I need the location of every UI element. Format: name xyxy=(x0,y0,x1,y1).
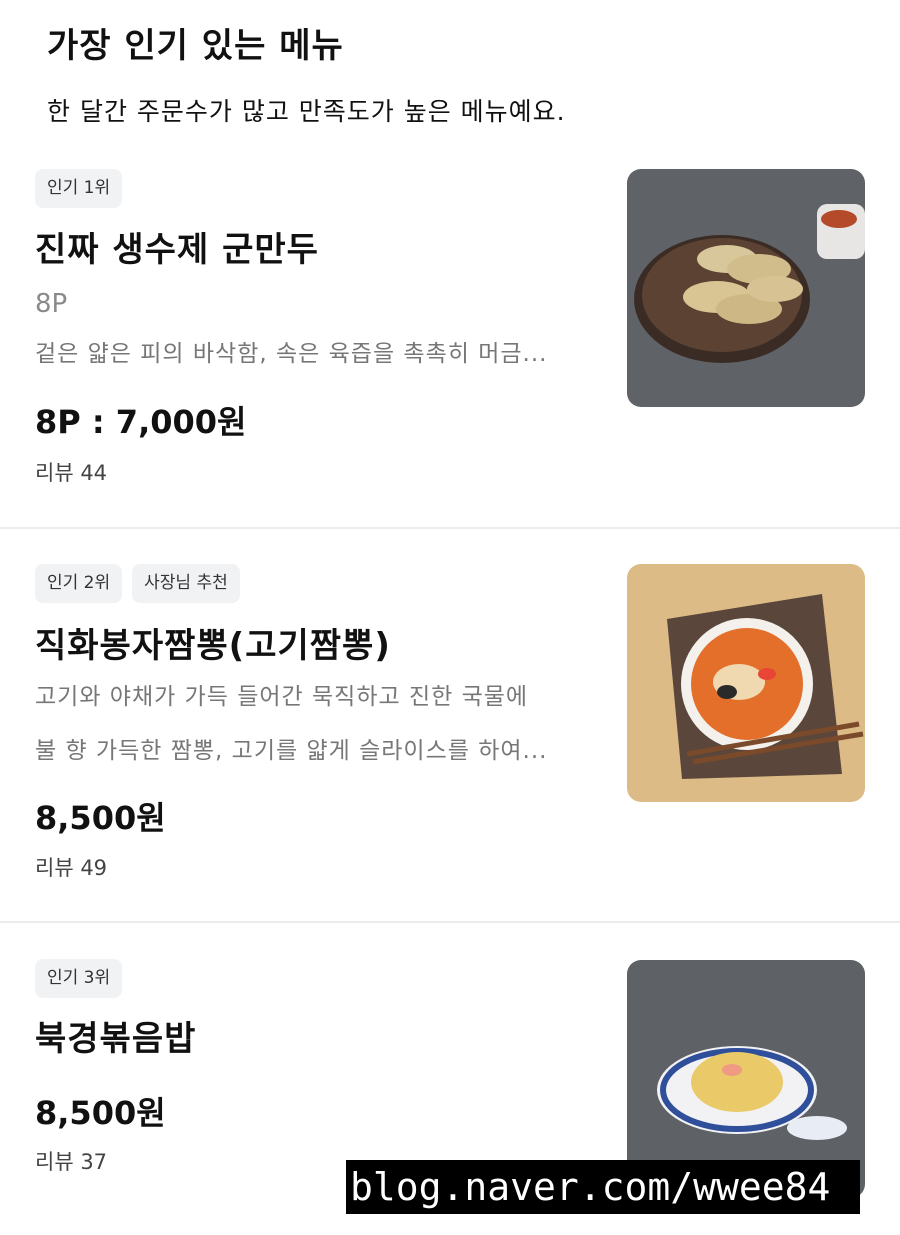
item-review-count[interactable]: 리뷰 44 xyxy=(35,457,107,487)
description-line: 겉은 얇은 피의 바삭함, 속은 육즙을 촉촉히 머금... xyxy=(35,341,548,367)
item-price: 8,500원 xyxy=(35,1094,166,1132)
menu-item-1[interactable]: 인기 1위 진짜 생수제 군만두 8P 겉은 얇은 피의 바삭함, 속은 육즙을… xyxy=(0,0,900,530)
menu-item-2[interactable]: 인기 2위 사장님 추천 직화봉자짬뽕(고기짬뽕) 고기와 야채가 가득 들어간… xyxy=(0,530,900,923)
rank-badge: 인기 2위 xyxy=(35,564,123,603)
item-description: 겉은 얇은 피의 바삭함, 속은 육즙을 촉촉히 머금... xyxy=(35,327,605,381)
item-divider xyxy=(0,527,900,529)
item-name: 북경볶음밥 xyxy=(35,1019,197,1059)
item-price: 8,500원 xyxy=(35,799,166,837)
item-name: 직화봉자짬뽕(고기짬뽕) xyxy=(35,626,391,666)
description-line: 고기와 야채가 가득 들어간 묵직하고 진한 국물에 xyxy=(35,684,529,710)
dumpling-plate-image xyxy=(627,169,865,407)
item-review-count[interactable]: 리뷰 49 xyxy=(35,852,107,882)
item-price: 8P : 7,000원 xyxy=(35,403,247,441)
item-option: 8P xyxy=(35,289,68,319)
jjamppong-bowl-image xyxy=(627,564,865,802)
description-line: 불 향 가득한 짬뽕, 고기를 얇게 슬라이스를 하여... xyxy=(35,738,548,764)
owner-recommend-badge: 사장님 추천 xyxy=(132,564,240,603)
blog-watermark: blog.naver.com/wwee84 xyxy=(346,1160,860,1214)
item-name: 진짜 생수제 군만두 xyxy=(35,230,319,270)
item-description: 고기와 야채가 가득 들어간 묵직하고 진한 국물에 불 향 가득한 짬뽕, 고… xyxy=(35,670,605,778)
rank-badge: 인기 1위 xyxy=(35,169,123,208)
item-review-count[interactable]: 리뷰 37 xyxy=(35,1146,107,1176)
rank-badge: 인기 3위 xyxy=(35,959,123,998)
